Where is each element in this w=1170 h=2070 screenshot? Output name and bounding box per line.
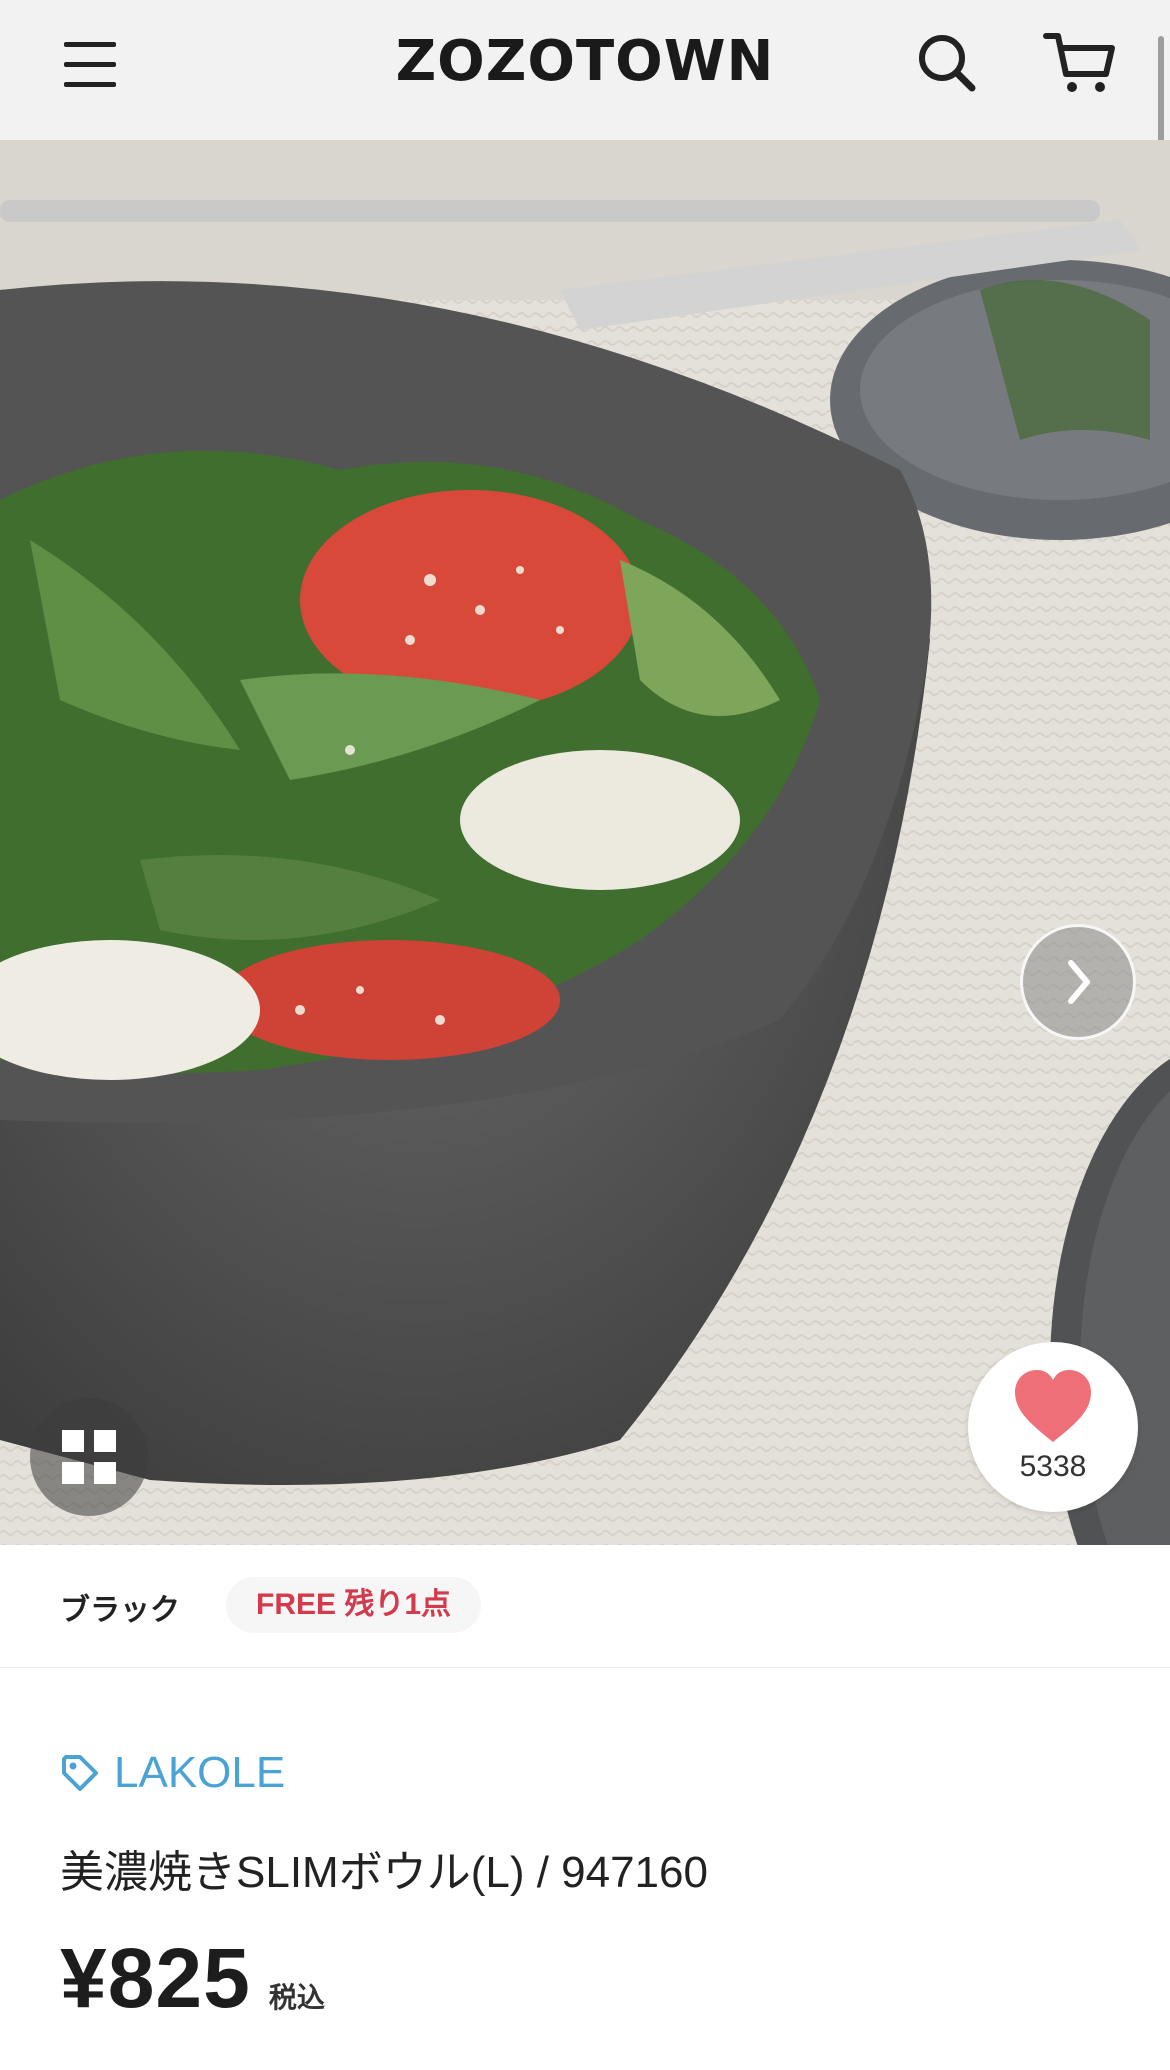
tag-icon xyxy=(62,1755,98,1791)
next-image-button[interactable] xyxy=(1020,924,1136,1040)
search-button[interactable] xyxy=(910,26,982,98)
product-title: 美濃焼きSLIMボウル(L) / 947160 xyxy=(60,1848,708,1897)
price-row: ¥825 税込 xyxy=(60,1930,325,2030)
brand-link[interactable]: LAKOLE xyxy=(60,1748,285,1798)
cart-button[interactable] xyxy=(1040,24,1120,100)
variant-row: ブラック FREE 残り1点 xyxy=(0,1545,1170,1668)
product-photo xyxy=(0,140,1170,1545)
product-image[interactable] xyxy=(0,140,1170,1545)
search-icon xyxy=(919,35,976,92)
site-logo[interactable]: ZOZOTOWN xyxy=(0,0,1170,122)
stock-badge[interactable]: FREE 残り1点 xyxy=(226,1577,482,1633)
tax-label: 税込 xyxy=(268,1982,325,2013)
top-header: ZOZOTOWN xyxy=(0,0,1170,306)
image-grid-button[interactable] xyxy=(30,1398,148,1516)
cart-icon xyxy=(1043,33,1115,92)
brand-name: LAKOLE xyxy=(114,1748,286,1797)
price: ¥825 xyxy=(60,1931,251,2025)
color-label: ブラック xyxy=(60,1594,180,1627)
chevron-right-icon xyxy=(1068,960,1090,1004)
favorite-count: 5338 xyxy=(1019,1450,1087,1483)
favorite-button[interactable]: 5338 xyxy=(968,1342,1138,1512)
heart-icon xyxy=(1015,1370,1091,1442)
